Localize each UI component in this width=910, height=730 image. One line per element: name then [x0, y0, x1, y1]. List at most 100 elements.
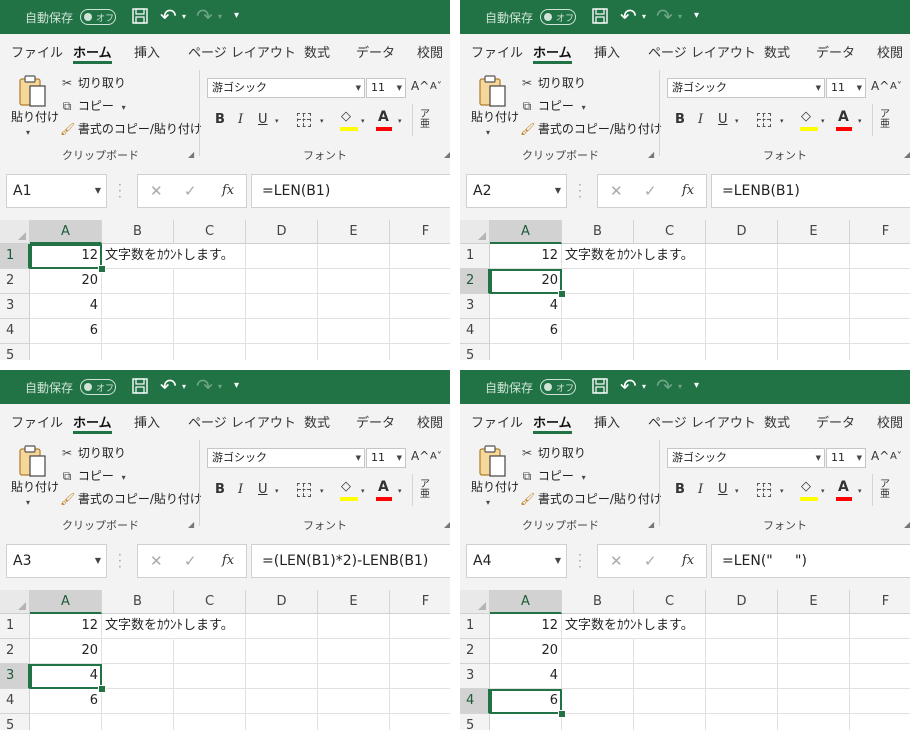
save-icon[interactable]	[132, 8, 148, 24]
row-header-1[interactable]: 1	[0, 244, 30, 269]
clipboard-launcher-icon[interactable]: ◢	[648, 150, 654, 159]
cell-e2[interactable]	[318, 639, 390, 664]
paste-button[interactable]: 貼り付け	[11, 108, 59, 125]
cell-c5[interactable]	[634, 344, 706, 360]
cell-f1[interactable]	[390, 244, 450, 269]
fill-color-dropdown-icon[interactable]: ▾	[821, 117, 825, 125]
fill-handle[interactable]	[98, 685, 106, 693]
formula-bar-splitter[interactable]: · · ·	[578, 549, 582, 573]
cell-d5[interactable]	[706, 344, 778, 360]
column-header-a[interactable]: A	[490, 220, 562, 244]
cell-b2[interactable]	[562, 639, 634, 664]
tab-review[interactable]: 校閲	[417, 412, 443, 431]
undo-dropdown-icon[interactable]: ▾	[182, 382, 186, 391]
cell-d2[interactable]	[706, 639, 778, 664]
font-color-icon[interactable]: A	[838, 109, 849, 125]
cell-b5[interactable]	[102, 344, 174, 360]
cell-f4[interactable]	[850, 319, 910, 344]
paste-dropdown-icon[interactable]: ▾	[486, 128, 490, 137]
cell-d5[interactable]	[246, 344, 318, 360]
tab-home[interactable]: ホーム	[533, 42, 572, 64]
cell-d1[interactable]	[706, 244, 778, 269]
cell-f1[interactable]	[390, 614, 450, 639]
cell-f4[interactable]	[390, 689, 450, 714]
cell-b1[interactable]: 文字数をｶｳﾝﾄします。	[562, 614, 694, 639]
column-header-e[interactable]: E	[778, 220, 850, 244]
column-header-a[interactable]: A	[30, 590, 102, 614]
cut-button[interactable]: ✂ 切り取り	[60, 444, 126, 461]
italic-button[interactable]: I	[238, 112, 243, 127]
insert-function-icon[interactable]: fx	[222, 553, 234, 568]
cell-d2[interactable]	[246, 269, 318, 294]
cell-c1[interactable]	[174, 614, 246, 639]
cell-e1[interactable]	[778, 244, 850, 269]
copy-dropdown-icon[interactable]: ▾	[582, 473, 586, 482]
cell-a1[interactable]: 12	[30, 614, 102, 639]
cell-c2[interactable]	[634, 639, 706, 664]
column-header-d[interactable]: D	[246, 220, 318, 244]
cell-d4[interactable]	[706, 689, 778, 714]
fill-handle[interactable]	[558, 290, 566, 298]
cell-c5[interactable]	[634, 714, 706, 730]
decrease-font-size-icon[interactable]: A˅	[430, 81, 442, 92]
underline-dropdown-icon[interactable]: ▾	[735, 487, 739, 495]
fill-handle[interactable]	[98, 265, 106, 273]
cut-button[interactable]: ✂ 切り取り	[520, 74, 586, 91]
select-all-corner[interactable]	[460, 590, 490, 614]
cell-b4[interactable]	[562, 319, 634, 344]
paste-dropdown-icon[interactable]: ▾	[26, 498, 30, 507]
cell-c2[interactable]	[174, 639, 246, 664]
column-header-b[interactable]: B	[562, 590, 634, 614]
select-all-corner[interactable]	[460, 220, 490, 244]
cell-e1[interactable]	[318, 244, 390, 269]
cell-b2[interactable]	[562, 269, 634, 294]
decrease-font-size-icon[interactable]: A˅	[890, 81, 902, 92]
paste-button[interactable]: 貼り付け	[471, 108, 519, 125]
underline-button[interactable]: U	[718, 112, 728, 127]
cell-e5[interactable]	[318, 344, 390, 360]
increase-font-size-icon[interactable]: A^	[871, 79, 889, 93]
cell-a2[interactable]: 20	[30, 639, 102, 664]
cell-e4[interactable]	[778, 319, 850, 344]
cell-b4[interactable]	[102, 319, 174, 344]
cell-c2[interactable]	[634, 269, 706, 294]
cell-b1[interactable]: 文字数をｶｳﾝﾄします。	[102, 244, 234, 269]
undo-icon[interactable]: ↶	[620, 376, 637, 396]
save-icon[interactable]	[132, 378, 148, 394]
cell-e3[interactable]	[778, 664, 850, 689]
font-name-select[interactable]: 游ゴシック ▼	[207, 448, 365, 468]
clipboard-launcher-icon[interactable]: ◢	[648, 520, 654, 529]
cell-e4[interactable]	[318, 319, 390, 344]
cell-a3[interactable]: 4	[30, 294, 102, 319]
insert-function-icon[interactable]: fx	[682, 553, 694, 568]
cell-e1[interactable]	[318, 614, 390, 639]
cell-c5[interactable]	[174, 344, 246, 360]
column-header-c[interactable]: C	[634, 590, 706, 614]
cell-b3[interactable]	[562, 294, 634, 319]
cell-d3[interactable]	[706, 664, 778, 689]
font-size-select[interactable]: 11 ▼	[826, 78, 866, 98]
tab-review[interactable]: 校閲	[877, 412, 903, 431]
customize-quick-access-icon[interactable]: ▾	[694, 380, 699, 391]
cell-d4[interactable]	[246, 689, 318, 714]
tab-review[interactable]: 校閲	[877, 42, 903, 61]
increase-font-size-icon[interactable]: A^	[871, 449, 889, 463]
underline-button[interactable]: U	[718, 482, 728, 497]
tab-insert[interactable]: 挿入	[134, 412, 160, 431]
tab-formulas[interactable]: 数式	[304, 412, 330, 431]
format-painter-button[interactable]: 🖌 書式のコピー/貼り付け	[520, 490, 662, 507]
cell-e5[interactable]	[318, 714, 390, 730]
tab-home[interactable]: ホーム	[73, 42, 112, 64]
fill-color-icon[interactable]: ◇	[801, 109, 811, 124]
column-header-d[interactable]: D	[706, 590, 778, 614]
row-header-3[interactable]: 3	[460, 294, 490, 319]
cell-f5[interactable]	[850, 344, 910, 360]
font-color-icon[interactable]: A	[838, 479, 849, 495]
cell-a2[interactable]: 20	[490, 269, 562, 294]
italic-button[interactable]: I	[698, 482, 703, 497]
cell-c1[interactable]	[634, 614, 706, 639]
cell-b5[interactable]	[562, 344, 634, 360]
paste-dropdown-icon[interactable]: ▾	[26, 128, 30, 137]
format-painter-button[interactable]: 🖌 書式のコピー/貼り付け	[520, 120, 662, 137]
cell-a1[interactable]: 12	[490, 244, 562, 269]
